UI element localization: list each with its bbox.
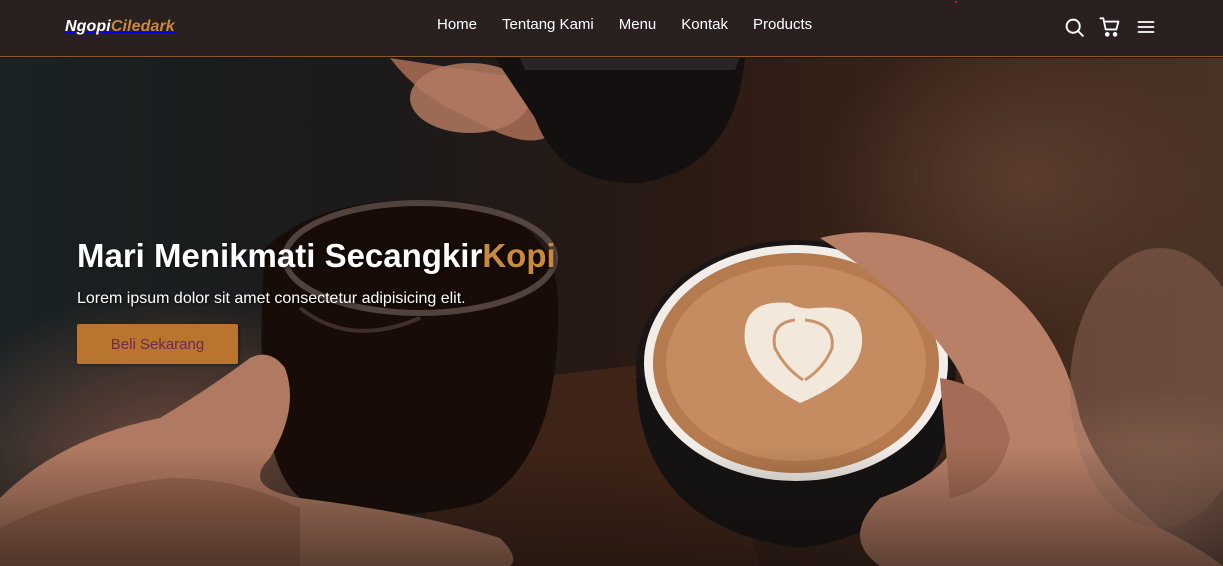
navbar: NgopiCiledark Home Tentang Kami Menu Kon… bbox=[0, 0, 1223, 57]
hero-bottom-shade bbox=[0, 446, 1223, 566]
nav-icons bbox=[1063, 15, 1157, 39]
hero-content: Mari Menikmati SecangkirKopi Lorem ipsum… bbox=[77, 237, 556, 364]
hero-section: Mari Menikmati SecangkirKopi Lorem ipsum… bbox=[0, 58, 1223, 566]
decorative-dot bbox=[955, 1, 957, 3]
nav-link-products[interactable]: Products bbox=[753, 16, 812, 34]
nav-link-tentang-kami[interactable]: Tentang Kami bbox=[502, 16, 594, 34]
hero-title: Mari Menikmati SecangkirKopi bbox=[77, 237, 556, 275]
hero-title-main: Mari Menikmati Secangkir bbox=[77, 237, 483, 274]
nav-link-kontak[interactable]: Kontak bbox=[681, 16, 728, 34]
nav-links: Home Tentang Kami Menu Kontak Products bbox=[437, 16, 812, 34]
nav-link-home[interactable]: Home bbox=[437, 16, 477, 34]
search-icon[interactable] bbox=[1063, 15, 1085, 39]
brand-name-part2: Ciledark bbox=[110, 18, 175, 35]
menu-icon[interactable] bbox=[1135, 15, 1157, 39]
hero-title-accent: Kopi bbox=[482, 237, 556, 274]
cart-icon[interactable] bbox=[1099, 15, 1121, 39]
brand-name-part1: Ngopi bbox=[65, 18, 111, 35]
hero-subtitle: Lorem ipsum dolor sit amet consectetur a… bbox=[77, 290, 466, 307]
brand-logo[interactable]: NgopiCiledark bbox=[65, 18, 175, 36]
nav-link-menu[interactable]: Menu bbox=[619, 16, 657, 34]
buy-now-button[interactable]: Beli Sekarang bbox=[77, 324, 238, 364]
